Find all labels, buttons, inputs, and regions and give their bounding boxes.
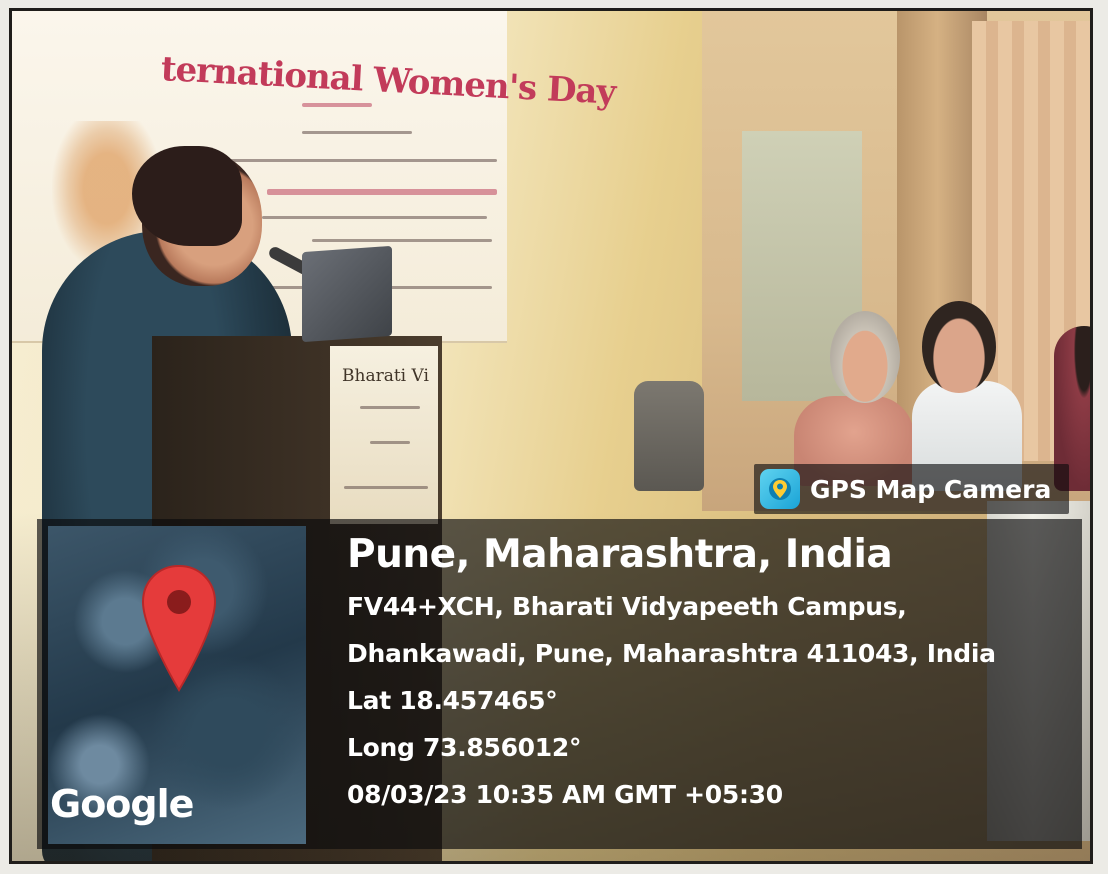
podium-nameplate-text: Bharati Vi	[342, 366, 429, 386]
gps-map-camera-icon	[760, 469, 800, 509]
nameplate-text-line	[360, 406, 420, 409]
photo-frame: ternational Women's Day Bharati Vi GPS M…	[0, 0, 1108, 874]
chair	[634, 381, 704, 491]
seated-guest-1-head	[830, 311, 900, 403]
google-logo: Google	[50, 782, 194, 826]
event-photo: ternational Women's Day Bharati Vi GPS M…	[9, 8, 1093, 864]
timestamp: 08/03/23 10:35 AM GMT +05:30	[347, 780, 783, 809]
gps-info-overlay: Google Pune, Maharashtra, India FV44+XCH…	[37, 519, 1082, 849]
map-thumbnail: Google	[48, 526, 306, 844]
seated-guest-2-head	[922, 301, 996, 393]
banner-text-line	[302, 131, 412, 134]
latitude: Lat 18.457465°	[347, 686, 558, 715]
location-title: Pune, Maharashtra, India	[347, 532, 893, 577]
map-pin-icon	[141, 564, 217, 692]
gps-app-label: GPS Map Camera	[810, 474, 1052, 504]
banner-text-line	[312, 239, 492, 242]
address-line-2: Dhankawadi, Pune, Maharashtra 411043, In…	[347, 639, 996, 668]
banner-text-line	[227, 159, 497, 162]
longitude: Long 73.856012°	[347, 733, 582, 762]
speaker-hair	[132, 146, 242, 246]
gps-details: Pune, Maharashtra, India FV44+XCH, Bhara…	[347, 527, 996, 818]
nameplate-text-line	[370, 441, 410, 444]
banner-text-line	[267, 189, 497, 195]
banner-text-line	[262, 216, 487, 219]
nameplate-text-line	[344, 486, 428, 489]
gps-app-badge: GPS Map Camera	[754, 464, 1070, 514]
address-line-1: FV44+XCH, Bharati Vidyapeeth Campus,	[347, 592, 907, 621]
podium-nameplate: Bharati Vi	[330, 346, 438, 524]
banner-text-line	[302, 103, 372, 107]
laptop	[302, 245, 392, 343]
